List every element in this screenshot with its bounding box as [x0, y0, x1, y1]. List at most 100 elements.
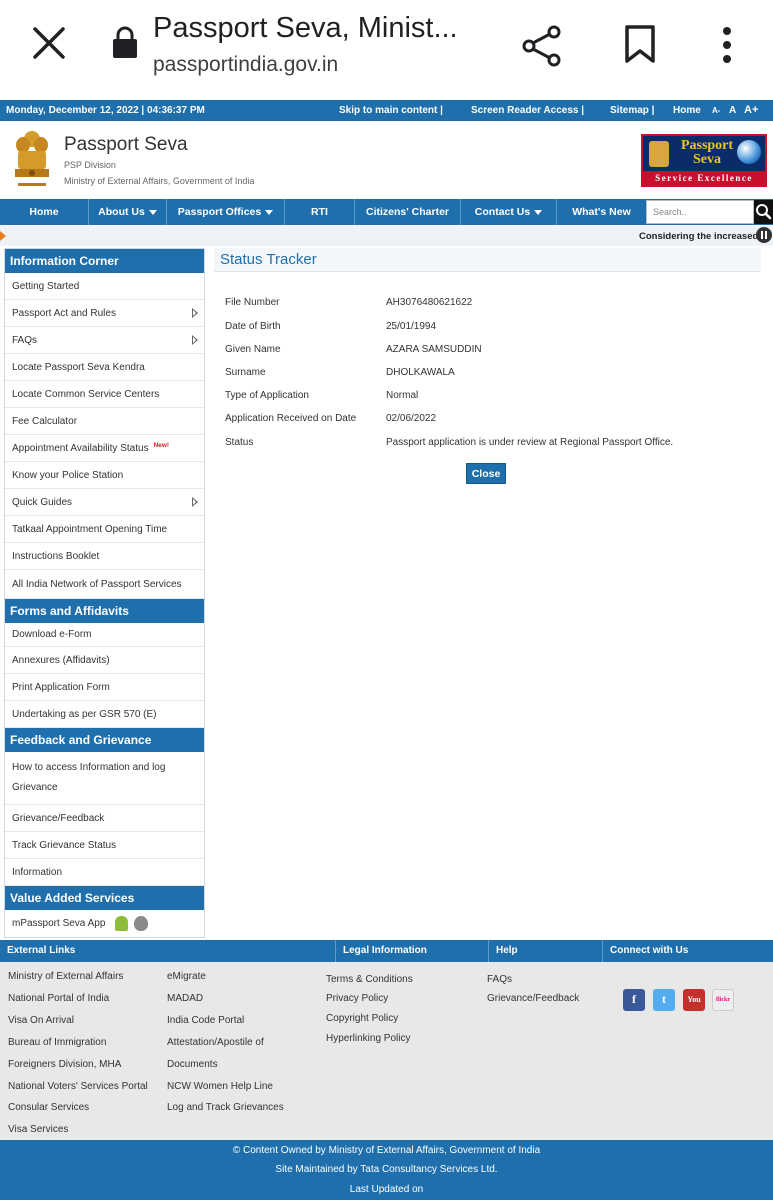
sidebar-item-track-grievance[interactable]: Track Grievance Status — [5, 832, 204, 859]
nav-passport-offices[interactable]: Passport Offices — [167, 199, 285, 225]
label-status: Status — [225, 437, 254, 448]
footer-link[interactable]: MADAD — [167, 993, 203, 1004]
sidebar-item-locate-csc[interactable]: Locate Common Service Centers — [5, 381, 204, 408]
footer-link[interactable]: Log and Track Grievances — [167, 1102, 284, 1113]
value-given-name: AZARA SAMSUDDIN — [386, 344, 482, 355]
footer-heading-connect: Connect with Us — [610, 945, 689, 956]
footer-link[interactable]: National Voters' Services Portal — [8, 1081, 148, 1092]
sidebar-heading-forms: Forms and Affidavits — [5, 599, 204, 623]
sidebar-item-annexures[interactable]: Annexures (Affidavits) — [5, 647, 204, 674]
sidebar-item-passport-act[interactable]: Passport Act and Rules — [5, 300, 204, 327]
android-icon[interactable] — [115, 916, 129, 931]
youtube-icon[interactable]: You — [683, 989, 705, 1011]
footer-link-hyperlinking[interactable]: Hyperlinking Policy — [326, 1033, 410, 1044]
search-input[interactable]: Search.. — [646, 200, 754, 224]
font-decrease-button[interactable]: A- — [712, 106, 720, 115]
footer-link[interactable]: NCW Women Help Line — [167, 1081, 273, 1092]
sidebar-item-all-india-network[interactable]: All India Network of Passport Services — [5, 570, 204, 599]
nav-citizens-charter[interactable]: Citizens' Charter — [355, 199, 461, 225]
home-link[interactable]: Home — [673, 105, 701, 116]
footer-link-faqs[interactable]: FAQs — [487, 974, 512, 985]
value-status: Passport application is under review at … — [386, 437, 674, 448]
sidebar-item-faqs[interactable]: FAQs — [5, 327, 204, 354]
sidebar-item-download-eform[interactable]: Download e-Form — [5, 623, 204, 647]
site-header: Passport Seva PSP Division Ministry of E… — [0, 121, 773, 198]
sidebar-item-appointment-availability[interactable]: Appointment Availability Status New! — [5, 435, 204, 462]
sidebar-item-fee-calculator[interactable]: Fee Calculator — [5, 408, 204, 435]
sidebar-heading-information-corner: Information Corner — [5, 249, 204, 273]
browser-toolbar: Passport Seva, Minist... passportindia.g… — [0, 0, 773, 100]
sidebar-item-information[interactable]: Information — [5, 859, 204, 886]
ticker-text[interactable]: Considering the increased — [639, 231, 758, 242]
sidebar-item-how-to-access[interactable]: How to access Information and log Grieva… — [5, 752, 204, 805]
footer-link[interactable]: Visa Services — [8, 1124, 68, 1135]
url-text[interactable]: passportindia.gov.in — [153, 53, 338, 77]
footer-link[interactable]: eMigrate — [167, 971, 206, 982]
footer-link[interactable]: India Code Portal — [167, 1015, 244, 1026]
font-normal-button[interactable]: A — [729, 105, 736, 116]
sidebar-item-getting-started[interactable]: Getting Started — [5, 273, 204, 300]
nav-about-us[interactable]: About Us — [89, 199, 167, 225]
sidebar-item-police-station[interactable]: Know your Police Station — [5, 462, 204, 489]
expand-arrow-icon — [192, 308, 198, 318]
sitemap-link[interactable]: Sitemap | — [610, 105, 654, 116]
nav-rti[interactable]: RTI — [285, 199, 355, 225]
nav-home[interactable]: Home — [0, 199, 89, 225]
bookmark-icon[interactable] — [624, 24, 656, 64]
ministry-text: Ministry of External Affairs, Government… — [64, 176, 255, 186]
footer-link-terms[interactable]: Terms & Conditions — [326, 974, 413, 985]
search-icon[interactable] — [754, 200, 773, 224]
pause-icon[interactable] — [756, 227, 772, 243]
label-file-number: File Number — [225, 297, 280, 308]
maintainer-text: Site Maintained by Tata Consultancy Serv… — [275, 1164, 498, 1175]
sidebar-item-instructions-booklet[interactable]: Instructions Booklet — [5, 543, 204, 570]
site-title[interactable]: Passport Seva — [64, 134, 188, 156]
sidebar-item-quick-guides[interactable]: Quick Guides — [5, 489, 204, 516]
sidebar-item-tatkaal-time[interactable]: Tatkaal Appointment Opening Time — [5, 516, 204, 543]
footer-link[interactable]: Visa On Arrival — [8, 1015, 74, 1026]
status-tracker-header: Status Tracker — [214, 248, 761, 272]
sidebar-item-undertaking[interactable]: Undertaking as per GSR 570 (E) — [5, 701, 204, 728]
sidebar: Information Corner Getting Started Passp… — [4, 248, 205, 938]
footer-bottom-bar: © Content Owned by Ministry of External … — [0, 1140, 773, 1200]
national-emblem-icon — [15, 131, 49, 186]
more-options-icon[interactable] — [720, 26, 734, 64]
share-icon[interactable] — [520, 24, 564, 68]
footer-link[interactable]: Foreigners Division, MHA — [8, 1059, 121, 1070]
flickr-icon[interactable]: flickr — [712, 989, 734, 1011]
sidebar-item-grievance-feedback[interactable]: Grievance/Feedback — [5, 805, 204, 832]
nav-contact-us[interactable]: Contact Us — [461, 199, 557, 225]
value-file-number: AH3076480621622 — [386, 297, 473, 308]
twitter-icon[interactable]: t — [653, 989, 675, 1011]
footer-link[interactable]: Consular Services — [8, 1102, 89, 1113]
content-owner-text: © Content Owned by Ministry of External … — [232, 1145, 541, 1156]
screen-reader-link[interactable]: Screen Reader Access | — [471, 105, 584, 116]
footer-link[interactable]: Documents — [167, 1059, 218, 1070]
nav-whats-new[interactable]: What's New — [557, 199, 646, 225]
footer-link-grievance[interactable]: Grievance/Feedback — [487, 993, 579, 1004]
sidebar-item-locate-psk[interactable]: Locate Passport Seva Kendra — [5, 354, 204, 381]
apple-icon[interactable] — [134, 916, 149, 931]
expand-arrow-icon — [192, 497, 198, 507]
label-date-of-birth: Date of Birth — [225, 321, 281, 332]
footer-link[interactable]: National Portal of India — [8, 993, 109, 1004]
footer-link[interactable]: Attestation/Apostile of — [167, 1037, 264, 1048]
footer-link-copyright[interactable]: Copyright Policy — [326, 1013, 398, 1024]
sidebar-heading-feedback: Feedback and Grievance — [5, 728, 204, 752]
font-increase-button[interactable]: A+ — [744, 104, 758, 116]
footer-link-privacy[interactable]: Privacy Policy — [326, 993, 388, 1004]
ticker-arrow-icon — [0, 231, 6, 241]
footer-link[interactable]: Ministry of External Affairs — [8, 971, 123, 982]
footer-link[interactable]: Bureau of Immigration — [8, 1037, 106, 1048]
footer-heading-bar: External Links Legal Information Help Co… — [0, 940, 773, 962]
skip-link[interactable]: Skip to main content | — [339, 105, 443, 116]
close-icon[interactable] — [30, 24, 68, 62]
close-button[interactable]: Close — [466, 463, 506, 484]
footer-heading-legal: Legal Information — [336, 940, 489, 962]
facebook-icon[interactable]: f — [623, 989, 645, 1011]
caret-down-icon — [148, 209, 157, 215]
caret-down-icon — [265, 209, 274, 215]
page-title: Status Tracker — [220, 251, 317, 268]
sidebar-item-print-form[interactable]: Print Application Form — [5, 674, 204, 701]
sidebar-item-mpassport-app[interactable]: mPassport Seva App — [5, 910, 204, 937]
